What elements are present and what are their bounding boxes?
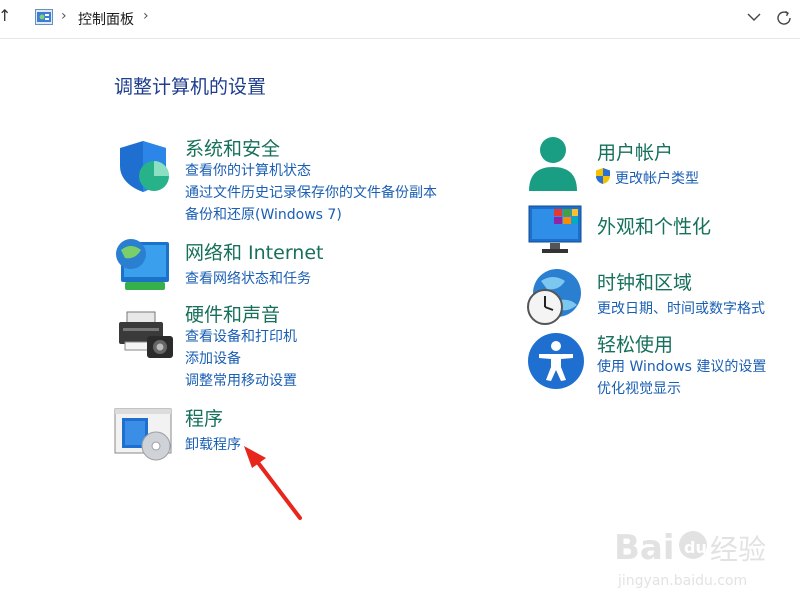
link-devices-printers[interactable]: 查看设备和打印机 <box>185 326 297 346</box>
link-change-date-time-format[interactable]: 更改日期、时间或数字格式 <box>597 298 765 318</box>
link-backup-restore[interactable]: 备份和还原(Windows 7) <box>185 204 342 224</box>
category-title-network[interactable]: 网络和 Internet <box>185 238 323 265</box>
link-change-account-type[interactable]: 更改帐户类型 <box>615 168 699 188</box>
category-title-user-accounts[interactable]: 用户帐户 <box>597 138 673 165</box>
link-view-network-status[interactable]: 查看网络状态和任务 <box>185 268 311 288</box>
uac-shield-icon <box>596 168 610 184</box>
category-title-appearance[interactable]: 外观和个性化 <box>597 212 711 239</box>
link-add-device[interactable]: 添加设备 <box>185 348 241 368</box>
link-uninstall-program[interactable]: 卸载程序 <box>185 434 241 454</box>
address-bar: ↑ › 控制面板 › <box>0 0 800 39</box>
printer-camera-icon <box>119 311 173 358</box>
watermark-brand-c: 经验 <box>710 533 766 566</box>
watermark-brand-b: du <box>684 538 707 557</box>
chevron-down-icon[interactable] <box>745 8 763 26</box>
link-optimize-visual-display[interactable]: 优化视觉显示 <box>597 378 681 398</box>
watermark-url: jingyan.baidu.com <box>617 573 747 589</box>
breadcrumb-control-panel[interactable]: 控制面板 <box>78 9 134 29</box>
refresh-icon[interactable] <box>774 8 794 28</box>
category-title-clock-region[interactable]: 时钟和区域 <box>597 268 692 295</box>
link-view-computer-status[interactable]: 查看你的计算机状态 <box>185 160 311 180</box>
category-title-system-security[interactable]: 系统和安全 <box>185 134 280 161</box>
network-globe-icon <box>116 239 169 290</box>
up-arrow-icon[interactable]: ↑ <box>0 6 11 25</box>
category-title-hardware[interactable]: 硬件和声音 <box>185 300 280 327</box>
link-windows-suggested-settings[interactable]: 使用 Windows 建议的设置 <box>597 356 766 376</box>
control-panel-icon <box>35 9 53 25</box>
clock-globe-icon <box>527 269 581 325</box>
category-title-ease-access[interactable]: 轻松使用 <box>597 330 673 357</box>
breadcrumb-separator: › <box>61 8 67 24</box>
user-icon <box>529 137 577 191</box>
watermark-brand-a: Bai <box>614 528 675 568</box>
accessibility-icon <box>528 333 584 389</box>
appearance-monitor-icon <box>528 205 582 253</box>
baidu-watermark: Bai du 经验 jingyan.baidu.com <box>614 528 766 589</box>
breadcrumb-separator[interactable]: › <box>143 8 149 24</box>
page-title: 调整计算机的设置 <box>114 76 267 98</box>
category-title-programs[interactable]: 程序 <box>185 404 223 431</box>
programs-disc-icon <box>114 408 172 461</box>
link-file-history-backup[interactable]: 通过文件历史记录保存你的文件备份副本 <box>185 182 437 202</box>
link-mobility-settings[interactable]: 调整常用移动设置 <box>185 370 297 390</box>
shield-icon <box>120 141 169 192</box>
